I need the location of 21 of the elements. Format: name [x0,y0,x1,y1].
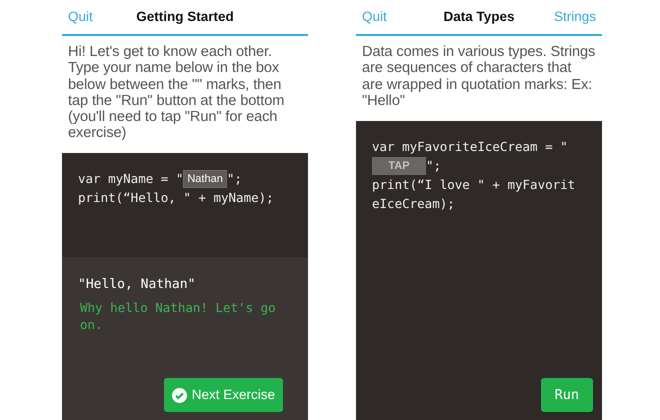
next-exercise-button[interactable]: Next Exercise [164,378,283,412]
quit-link[interactable]: Quit [68,6,136,28]
screen-title: Data Types [443,8,515,26]
output-message: Why hello Nathan! Let's go on. [79,298,277,332]
run-button[interactable]: Run [540,378,593,412]
code-text: print(“Hello, " + myName); [78,190,274,205]
code-text: "; [426,158,442,173]
quit-link[interactable]: Quit [362,6,444,28]
code-text: print(“I love " + myFavorit [372,177,576,192]
instructions-text: Data comes in various types. Strings are sequences of characters that are wrapped in quotation marks: Ex: "Hello" [361,43,596,111]
code-text: "; [226,171,242,186]
check-icon [172,388,187,402]
screen-title: Getting Started [136,8,234,26]
instructions-text: Hi! Let's get to know each other. Type your name below in the box below between the "" marks, then tap the "Run" button at the bottom (you'll need to tap "Run" for each exercise) [67,43,286,144]
code-text: eIceCream); [372,196,455,211]
output-result: "Hello, Nathan" [78,276,196,294]
code-text: var myName = " [78,171,184,186]
next-lesson-link[interactable]: Strings [554,6,596,28]
code-text: var myFavoriteIceCream = " [372,139,568,154]
input-field[interactable]: TAP [372,157,426,175]
input-field[interactable]: Nathan [183,170,227,188]
